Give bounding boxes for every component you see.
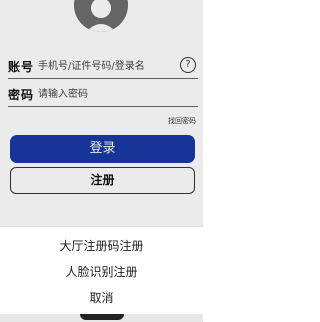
home-indicator[interactable] (80, 314, 124, 320)
face-recognition-register-option[interactable]: 人脸识别注册 (0, 263, 203, 280)
hall-code-register-option[interactable]: 大厅注册码注册 (0, 237, 203, 254)
cancel-option[interactable]: 取消 (0, 289, 203, 306)
bottom-bar (0, 314, 203, 322)
register-action-sheet: 大厅注册码注册 人脸识别注册 取消 (0, 226, 203, 315)
